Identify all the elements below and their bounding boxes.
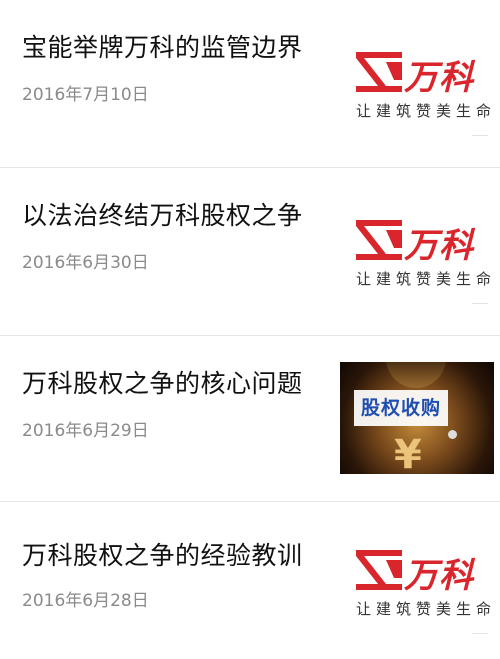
article-thumbnail[interactable]: 股权收购 ¥ (340, 362, 494, 474)
article-title[interactable]: 万科股权之争的核心问题 (22, 364, 303, 400)
vanke-logo-icon (356, 52, 402, 92)
article-item[interactable]: 万科股权之争的核心问题 2016年6月29日 股权收购 ¥ (0, 336, 500, 502)
brand-slogan: 让建筑赞美生命 (356, 102, 494, 120)
watermark-mark (472, 625, 488, 634)
yen-icon: ¥ (394, 432, 422, 474)
article-date: 2016年6月28日 (22, 591, 149, 611)
brand-name: 万科 (404, 556, 474, 596)
watermark-mark (472, 127, 488, 136)
article-thumbnail[interactable]: 万科 让建筑赞美生命 (338, 24, 494, 142)
watermark-mark (472, 295, 488, 304)
article-item[interactable]: 以法治终结万科股权之争 2016年6月30日 万科 让建筑赞美生命 (0, 168, 500, 336)
brand-slogan: 让建筑赞美生命 (356, 270, 494, 288)
vanke-logo-icon (356, 550, 402, 590)
article-thumbnail[interactable]: 万科 让建筑赞美生命 (338, 192, 494, 310)
article-title[interactable]: 宝能举牌万科的监管边界 (22, 28, 303, 64)
brand-slogan: 让建筑赞美生命 (356, 600, 494, 618)
thumbnail-label: 股权收购 (354, 390, 448, 426)
article-title[interactable]: 万科股权之争的经验教训 (22, 536, 303, 572)
article-thumbnail[interactable]: 万科 让建筑赞美生命 (338, 522, 494, 640)
article-item[interactable]: 万科股权之争的经验教训 2016年6月28日 万科 让建筑赞美生命 (0, 502, 500, 659)
wechat-icon (448, 430, 457, 439)
article-item[interactable]: 宝能举牌万科的监管边界 2016年7月10日 万科 让建筑赞美生命 (0, 0, 500, 168)
article-title[interactable]: 以法治终结万科股权之争 (22, 196, 303, 232)
brand-name: 万科 (404, 58, 474, 98)
article-date: 2016年6月29日 (22, 421, 149, 441)
vanke-logo-icon (356, 220, 402, 260)
article-date: 2016年6月30日 (22, 253, 149, 273)
brand-name: 万科 (404, 226, 474, 266)
money-bag-knot (386, 362, 446, 388)
article-list: 宝能举牌万科的监管边界 2016年7月10日 万科 让建筑赞美生命 以法治终结万… (0, 0, 500, 659)
article-date: 2016年7月10日 (22, 85, 149, 105)
